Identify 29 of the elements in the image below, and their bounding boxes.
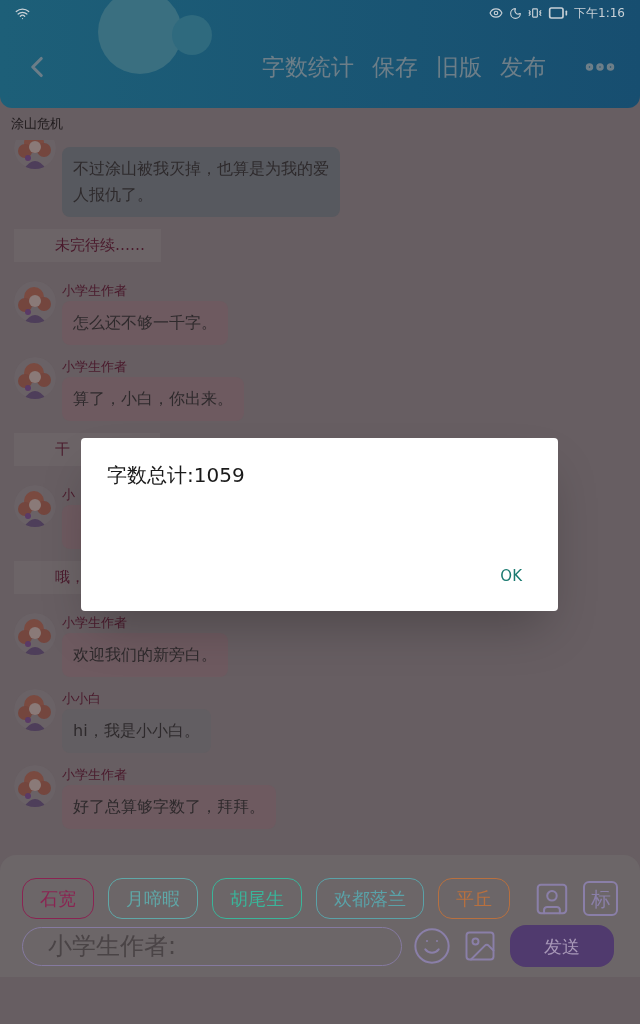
emoji-icon[interactable] [412,926,452,966]
character-chip[interactable]: 欢都落兰 [316,878,424,919]
chat-title: 涂山危机 [11,115,63,134]
character-chip[interactable]: 胡尾生 [212,878,302,919]
character-chip[interactable]: 石宽 [22,878,94,919]
message-bubble: 欢迎我们的新旁白。 [62,633,228,677]
send-button[interactable]: 发送 [510,925,614,967]
tag-button[interactable]: 标 [583,881,618,916]
speaker-name: 小学生作者 [62,766,128,783]
toolbar-action[interactable]: 字数统计 [262,49,354,85]
message-bubble: 好了总算够字数了，拜拜。 [62,785,276,829]
message-bubble: 算了，小白，你出来。 [62,377,244,421]
eye-icon [489,6,504,20]
wifi-icon [15,5,30,21]
moon-icon [509,6,523,20]
toolbar-action[interactable]: 发布 [500,49,546,85]
toolbar-action[interactable]: 保存 [372,49,418,85]
speaker-name: 小 [62,486,76,503]
ok-button[interactable]: OK [490,560,532,591]
character-chip[interactable]: 月啼暇 [108,878,198,919]
clock-time: 下午1:16 [574,5,625,22]
character-chip[interactable]: 平丘 [438,878,510,919]
narration-text: 未完待续…… [14,229,161,262]
toolbar-action[interactable]: 旧版 [436,49,482,85]
speaker-name: 小学生作者 [62,358,128,375]
speaker-name: 小学生作者 [62,614,128,631]
vibrate-icon [528,6,543,20]
speaker-name: 小学生作者 [62,282,128,299]
speaker-name: 小小白 [62,690,102,707]
